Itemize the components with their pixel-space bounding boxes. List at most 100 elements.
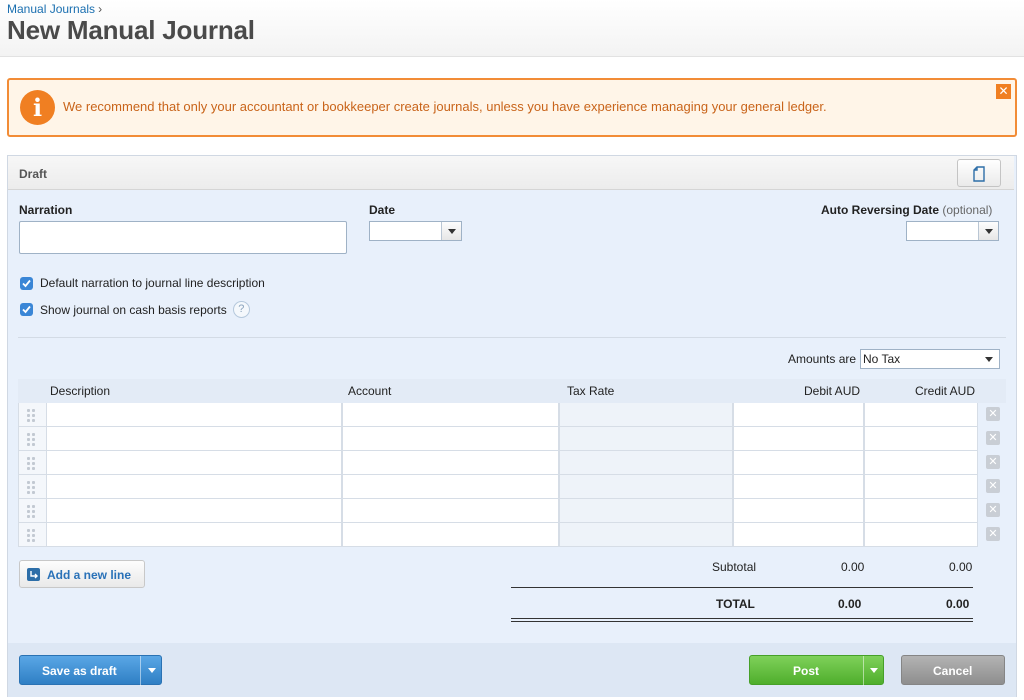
drag-handle[interactable] [18, 427, 46, 451]
auto-reversing-dropdown-button[interactable] [978, 222, 998, 240]
delete-row-icon[interactable]: ✕ [986, 503, 1000, 517]
narration-input[interactable] [19, 221, 347, 254]
description-cell[interactable] [46, 451, 342, 475]
date-dropdown-button[interactable] [441, 222, 461, 240]
tax-rate-cell[interactable] [559, 475, 733, 499]
account-cell[interactable] [342, 403, 559, 427]
tax-rate-cell[interactable] [559, 451, 733, 475]
drag-handle-icon [27, 529, 35, 542]
debit-cell[interactable] [733, 403, 864, 427]
drag-handle-icon [27, 433, 35, 446]
document-button[interactable] [957, 159, 1001, 187]
tax-rate-cell[interactable] [559, 427, 733, 451]
drag-handle[interactable] [18, 451, 46, 475]
auto-reversing-date-picker[interactable] [906, 221, 999, 241]
total-label: TOTAL [716, 597, 755, 611]
drag-handle[interactable] [18, 475, 46, 499]
subtotal-debit: 0.00 [841, 560, 865, 574]
column-header-debit: Debit AUD [804, 384, 861, 398]
table-row: ✕ [18, 451, 1006, 475]
help-icon[interactable]: ? [232, 301, 250, 318]
default-narration-checkbox[interactable] [20, 276, 33, 290]
cash-basis-label: Show journal on cash basis reports [40, 302, 227, 317]
table-row: ✕ [18, 499, 1006, 523]
amounts-are-value: No Tax [863, 352, 901, 366]
table-header: Description Account Tax Rate Debit AUD C… [18, 379, 1006, 403]
default-narration-option[interactable]: Default narration to journal line descri… [20, 276, 265, 290]
check-icon [22, 305, 31, 314]
credit-cell[interactable] [864, 427, 978, 451]
amounts-are-select[interactable]: No Tax [860, 349, 1000, 369]
drag-handle[interactable] [18, 523, 46, 547]
credit-cell[interactable] [864, 403, 978, 427]
save-as-draft-label: Save as draft [42, 664, 117, 678]
description-cell[interactable] [46, 475, 342, 499]
debit-cell[interactable] [733, 475, 864, 499]
chevron-down-icon [448, 229, 456, 234]
total-credit: 0.00 [946, 597, 970, 611]
narration-label: Narration [19, 203, 73, 217]
subtotal-credit: 0.00 [949, 560, 973, 574]
status-label: Draft [19, 167, 48, 181]
credit-cell[interactable] [864, 451, 978, 475]
cancel-button[interactable]: Cancel [901, 655, 1005, 685]
column-header-credit: Credit AUD [915, 384, 976, 398]
breadcrumb: Manual Journals › [7, 2, 102, 16]
totals-double-rule [511, 618, 973, 622]
account-cell[interactable] [342, 451, 559, 475]
debit-cell[interactable] [733, 451, 864, 475]
column-header-tax-rate: Tax Rate [567, 384, 615, 398]
debit-cell[interactable] [733, 499, 864, 523]
account-cell[interactable] [342, 523, 559, 547]
date-picker[interactable] [369, 221, 462, 241]
cancel-label: Cancel [933, 664, 973, 678]
default-narration-label: Default narration to journal line descri… [40, 276, 265, 290]
drag-handle[interactable] [18, 403, 46, 427]
account-cell[interactable] [342, 475, 559, 499]
debit-cell[interactable] [733, 427, 864, 451]
breadcrumb-separator: › [98, 2, 103, 16]
description-cell[interactable] [46, 427, 342, 451]
save-options-dropdown[interactable] [141, 656, 162, 684]
amounts-are-label: Amounts are [788, 352, 857, 366]
description-cell[interactable] [46, 523, 342, 547]
status-bar: Draft [8, 156, 1014, 190]
close-icon[interactable]: ✕ [996, 84, 1011, 99]
account-cell[interactable] [342, 499, 559, 523]
warning-text: We recommend that only your accountant o… [63, 99, 827, 114]
return-arrow-icon [30, 571, 38, 579]
document-icon [973, 166, 985, 182]
credit-cell[interactable] [864, 523, 978, 547]
breadcrumb-link-manual-journals[interactable]: Manual Journals [7, 2, 95, 16]
delete-row-icon[interactable]: ✕ [986, 455, 1000, 469]
divider [18, 337, 1006, 338]
tax-rate-cell[interactable] [559, 523, 733, 547]
description-cell[interactable] [46, 499, 342, 523]
delete-row-icon[interactable]: ✕ [986, 527, 1000, 541]
page-header: Manual Journals › New Manual Journal [0, 0, 1024, 57]
drag-handle[interactable] [18, 499, 46, 523]
post-options-dropdown[interactable] [864, 656, 884, 684]
debit-cell[interactable] [733, 523, 864, 547]
credit-cell[interactable] [864, 475, 978, 499]
auto-reversing-label-text: Auto Reversing Date [821, 203, 940, 217]
cash-basis-checkbox[interactable] [20, 303, 33, 316]
tax-rate-cell[interactable] [559, 499, 733, 523]
delete-row-icon[interactable]: ✕ [986, 431, 1000, 445]
save-as-draft-button[interactable]: Save as draft [19, 655, 162, 686]
warning-banner: i We recommend that only your accountant… [7, 78, 1017, 137]
table-row: ✕ [18, 523, 1006, 547]
tax-rate-cell[interactable] [559, 403, 733, 427]
delete-row-icon[interactable]: ✕ [986, 479, 1000, 493]
account-cell[interactable] [342, 427, 559, 451]
credit-cell[interactable] [864, 499, 978, 523]
post-button[interactable]: Post [749, 655, 884, 686]
cash-basis-option[interactable]: Show journal on cash basis reports ? [20, 301, 250, 318]
check-icon [22, 279, 31, 287]
optional-hint: (optional) [942, 203, 993, 217]
totals-divider [511, 587, 973, 588]
add-line-button[interactable]: Add a new line [19, 560, 145, 588]
description-cell[interactable] [46, 403, 342, 427]
delete-row-icon[interactable]: ✕ [986, 407, 1000, 421]
drag-handle-icon [27, 409, 35, 422]
